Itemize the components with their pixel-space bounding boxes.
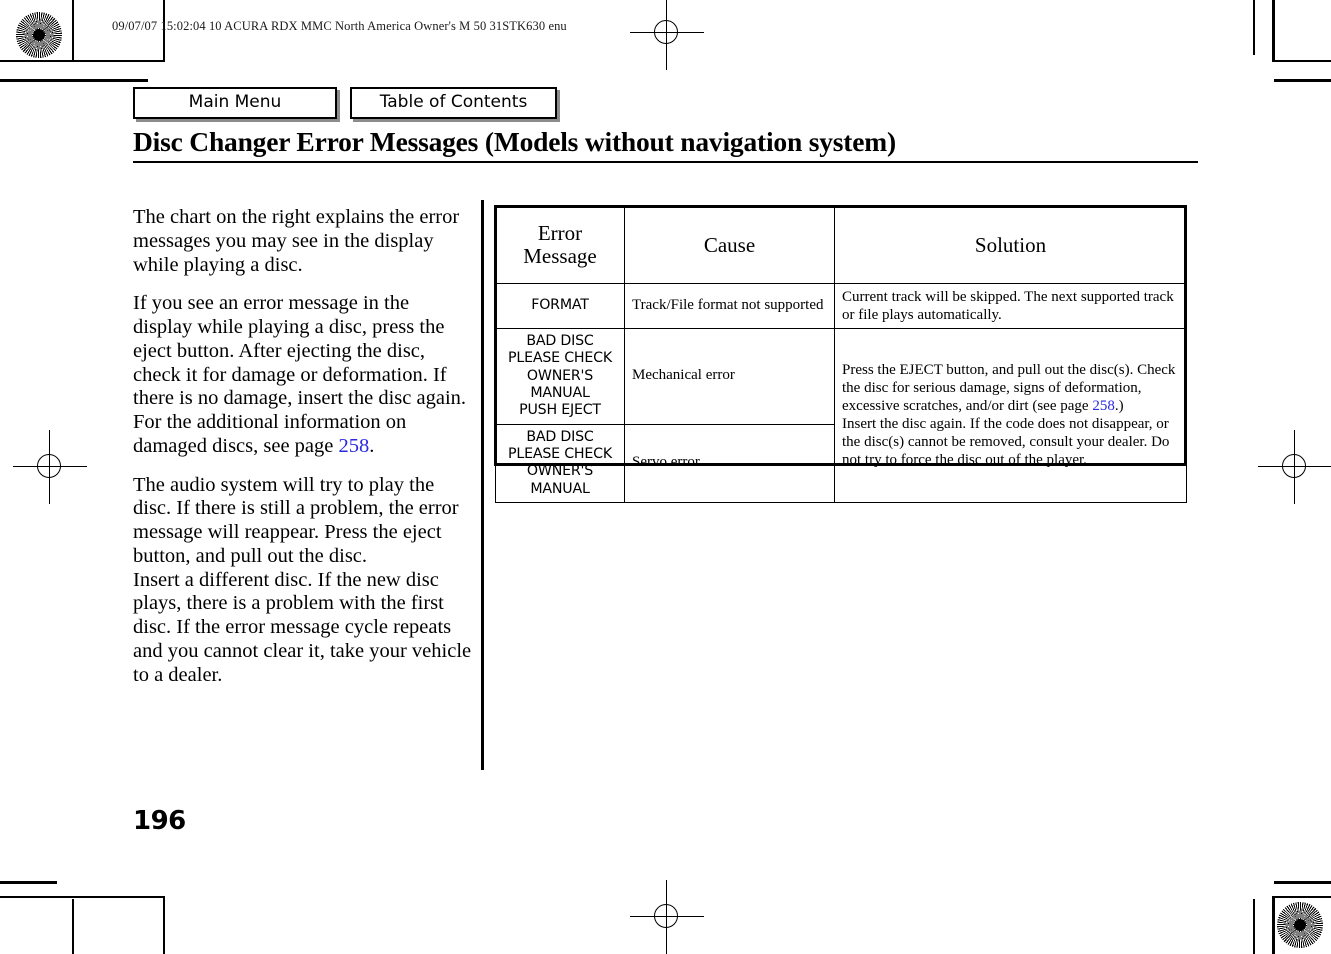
registration-starburst-bottom-right [1277, 902, 1323, 948]
crop-mark-bottom-right-vertical [1272, 896, 1275, 954]
cell-solution-format: Current track will be skipped. The next … [834, 283, 1187, 329]
error-code-line: PUSH EJECT [519, 402, 601, 419]
table-header-row: Error Message Cause Solution [495, 206, 1187, 284]
crop-mark-bottom-left-vertical [163, 896, 166, 954]
paragraph-audio-retry: The audio system will try to play the di… [133, 474, 473, 688]
crop-mark-bottom-left-horizontal [0, 896, 165, 899]
cell-cause-mechanical: Mechanical error [624, 328, 835, 425]
cell-error-code-mechanical: BAD DISC PLEASE CHECK OWNER'S MANUAL PUS… [495, 328, 625, 425]
crop-mark-bottom-right-horizontal [1273, 896, 1331, 899]
paragraph-error-procedure-text: If you see an error message in the displ… [133, 292, 467, 410]
table-frame-top [494, 205, 1187, 208]
print-header-text: 09/07/07 15:02:04 10 ACURA RDX MMC North… [112, 19, 567, 33]
table-header: Error Message Cause Solution [495, 206, 1187, 284]
registration-crosshair-middle-right [1258, 430, 1331, 504]
solution-text-part2: .) [1114, 398, 1124, 415]
page-reference-link-258-table[interactable]: 258 [1092, 398, 1115, 414]
page-reference-link-258-left[interactable]: 258 [339, 435, 370, 457]
paragraph-error-procedure: If you see an error message in the displ… [133, 292, 473, 458]
paragraph-intro: The chart on the right explains the erro… [133, 206, 460, 276]
error-code-line: OWNER'S [526, 367, 594, 384]
solution-text-part3: Insert the disc again. If the code does … [842, 416, 1170, 469]
crop-mark-bottom-right-outer-vertical [1253, 899, 1256, 954]
crop-mark-bottom-right-outer-horizontal [1274, 881, 1331, 884]
registration-crosshair-top-center [630, 0, 704, 70]
main-menu-button[interactable]: Main Menu [133, 87, 337, 120]
table-body: FORMAT Track/File format not supported C… [495, 283, 1187, 503]
table-row: BAD DISC PLEASE CHECK OWNER'S MANUAL PUS… [495, 328, 1187, 503]
crop-mark-top-right-vertical [1272, 0, 1275, 62]
crop-mark-top-right-outer-vertical [1253, 0, 1256, 55]
cell-cause-format: Track/File format not supported [624, 283, 835, 329]
cell-solution-merged: Press the EJECT button, and pull out the… [834, 328, 1187, 503]
crop-mark-top-left-horizontal [0, 60, 165, 63]
column-header-error-message: Error Message [495, 206, 625, 284]
error-code-line: MANUAL [530, 384, 590, 401]
registration-crosshair-middle-left [13, 430, 87, 504]
page-canvas: 09/07/07 15:02:04 10 ACURA RDX MMC North… [0, 0, 1331, 954]
column-header-cause: Cause [624, 206, 835, 284]
table-row: FORMAT Track/File format not supported C… [495, 283, 1187, 329]
table-frame-bottom [494, 463, 1187, 466]
paragraph-damaged-disc-period: . [369, 434, 375, 457]
table-frame-left [494, 205, 497, 466]
registration-crosshair-bottom-center [630, 880, 704, 954]
table-of-contents-button[interactable]: Table of Contents [350, 87, 557, 120]
error-code-line: PLEASE CHECK [508, 350, 612, 367]
column-header-error-message-line2: Message [523, 244, 597, 268]
title-underline-rule [133, 161, 1198, 164]
column-header-solution: Solution [834, 206, 1187, 284]
crop-mark-top-left-outer-vertical [72, 0, 75, 62]
table-frame-right [1184, 205, 1187, 466]
crop-mark-bottom-left-outer-vertical [72, 899, 75, 954]
paragraph-audio-retry-text: The audio system will try to play the di… [133, 473, 459, 567]
page-title: Disc Changer Error Messages (Models with… [133, 126, 896, 157]
error-code-line: BAD DISC [526, 333, 594, 349]
cell-error-code-format: FORMAT [495, 283, 625, 329]
solution-text-part1: Press the EJECT button, and pull out the… [842, 362, 1176, 415]
error-code-line: BAD DISC [526, 428, 594, 445]
error-code-line: MANUAL [530, 480, 590, 497]
crop-mark-top-right-horizontal [1273, 60, 1331, 63]
column-divider [481, 200, 484, 770]
crop-mark-bottom-left-outer-horizontal [0, 881, 57, 884]
crop-mark-top-right-outer-horizontal [1274, 79, 1331, 82]
error-message-table: Error Message Cause Solution FORMAT Trac… [495, 206, 1187, 503]
error-code-line: PLEASE CHECK [508, 445, 612, 462]
column-header-error-message-line1: Error [537, 221, 583, 246]
registration-starburst-top-left [16, 12, 62, 58]
paragraph-different-disc-text: Insert a different disc. If the new disc… [133, 568, 472, 686]
navigation-bar: Main Menu Table of Contents [133, 87, 557, 120]
left-text-column: The chart on the right explains the erro… [133, 206, 473, 688]
crop-mark-top-left-outer-horizontal [0, 79, 148, 82]
page-number: 196 [133, 806, 186, 836]
